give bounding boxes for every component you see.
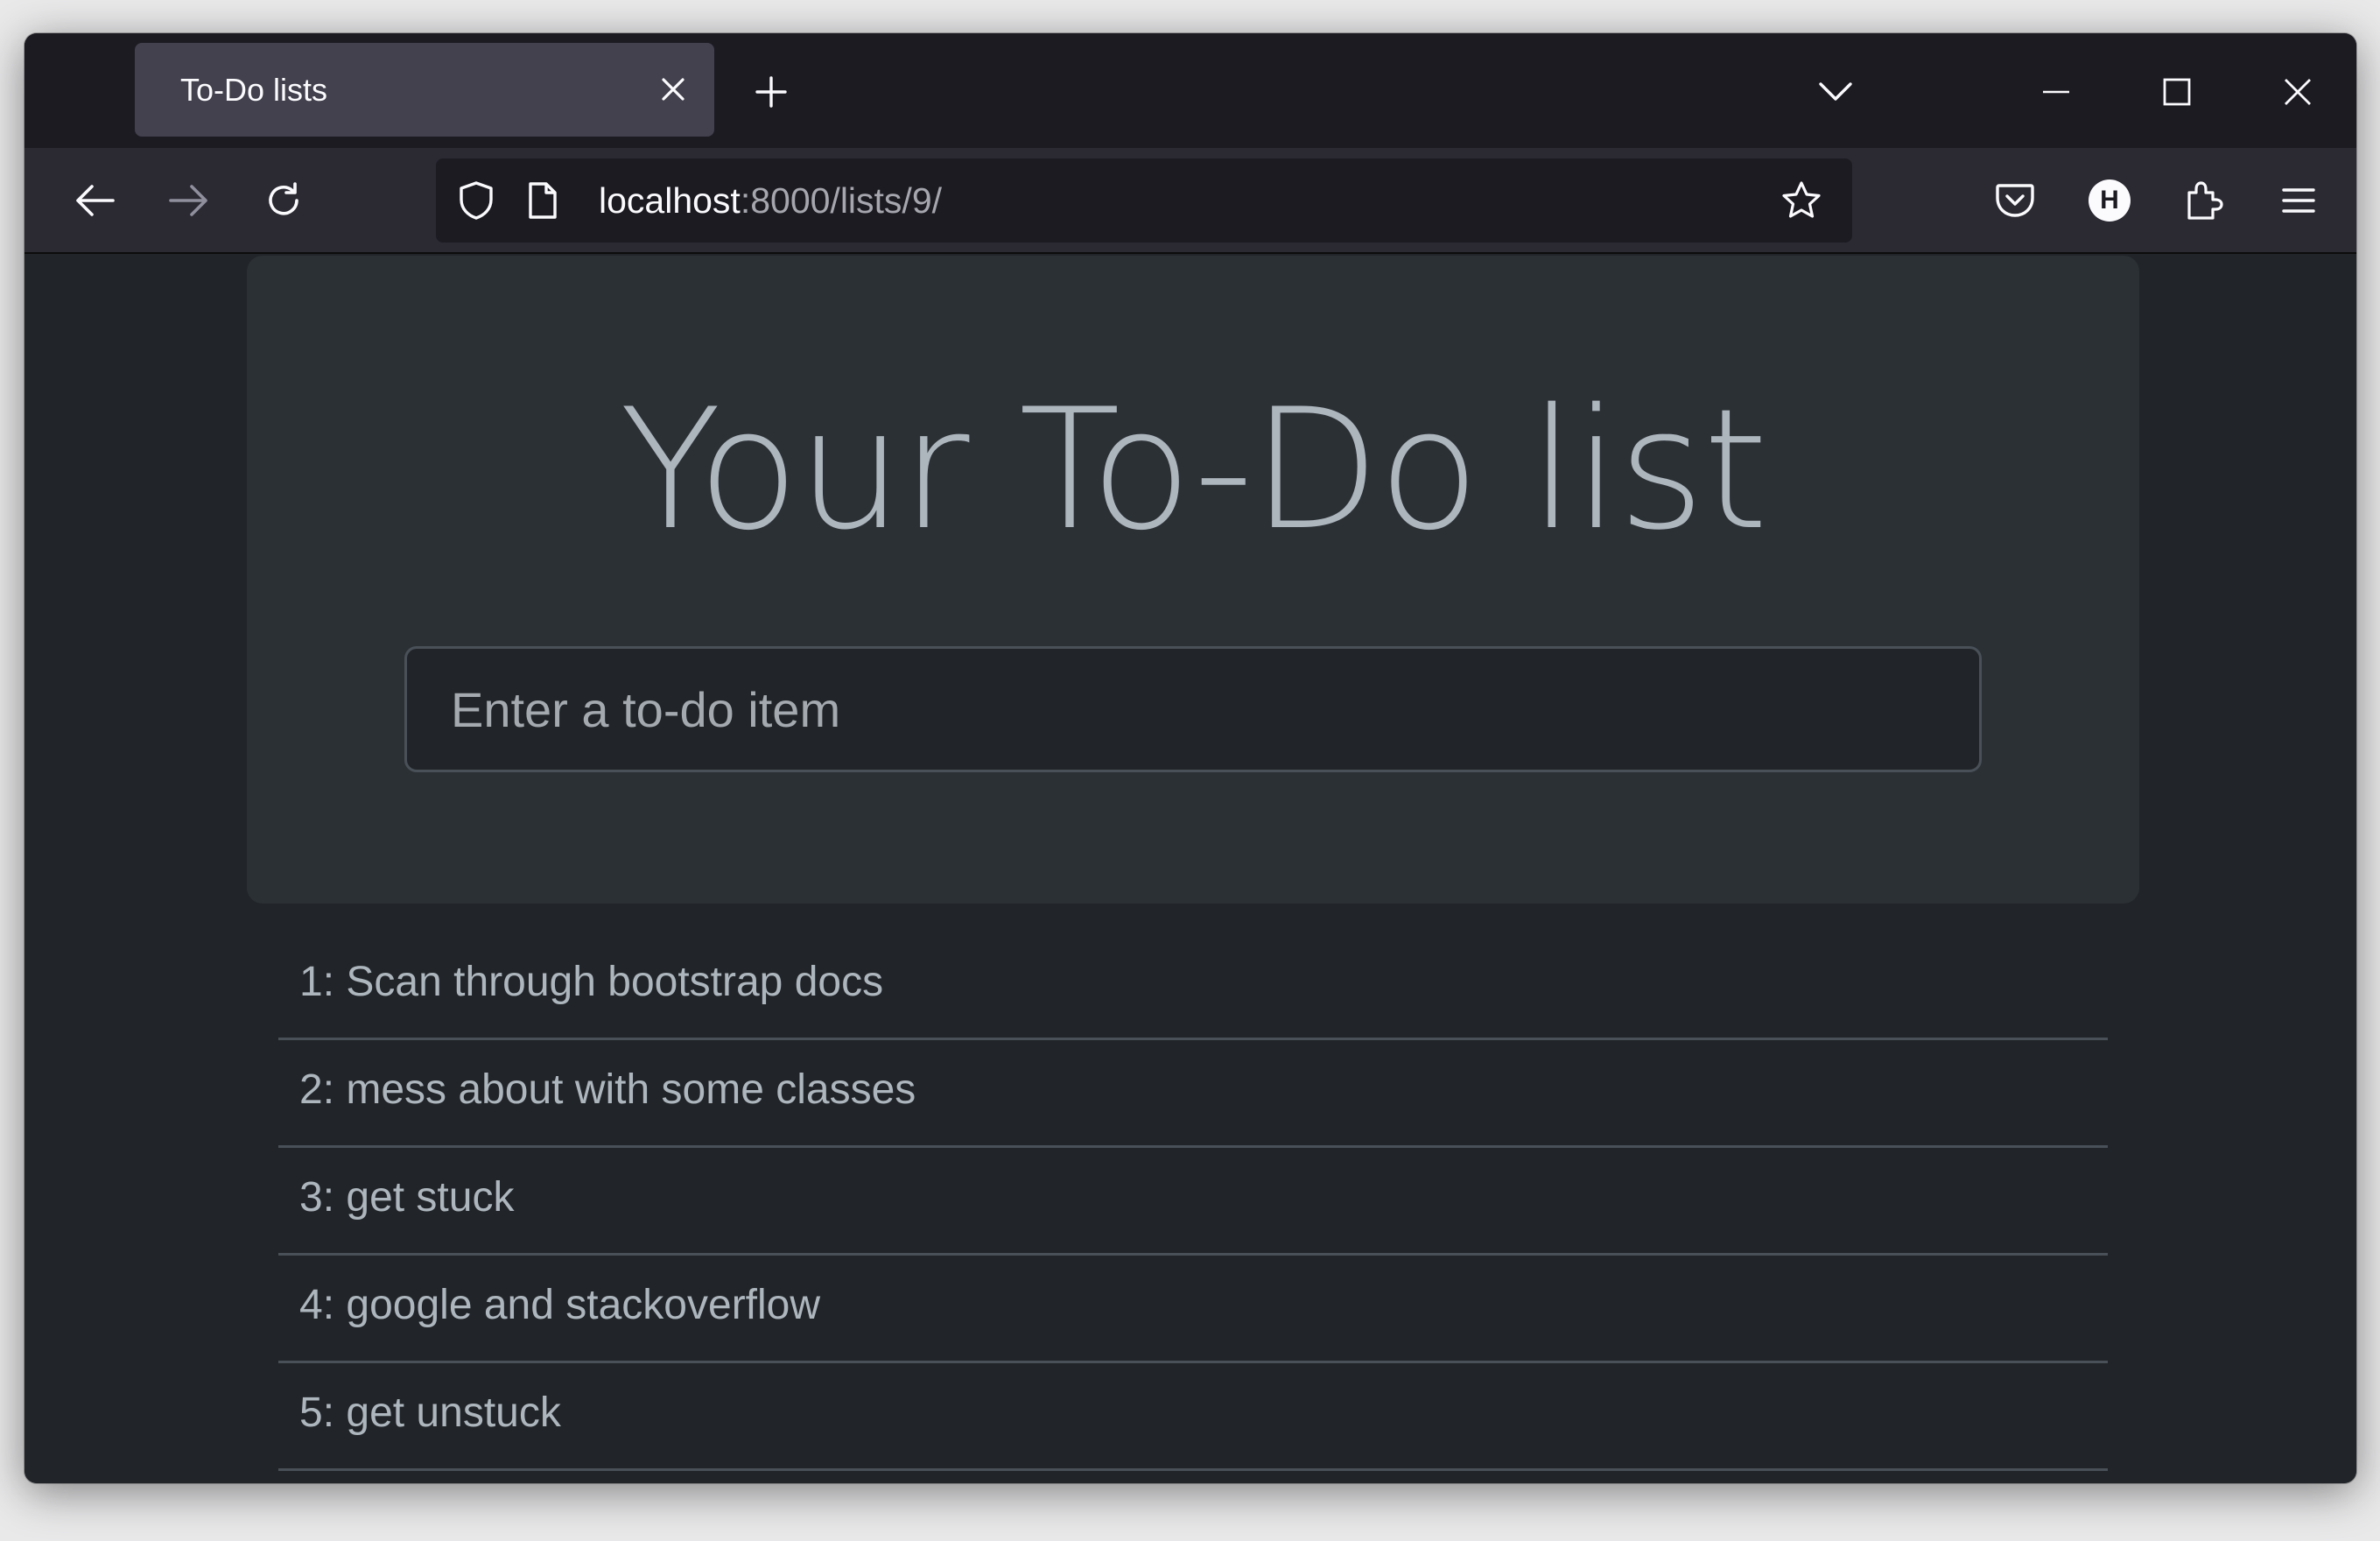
url-host: localhost	[599, 180, 741, 221]
arrow-left-icon	[76, 185, 115, 216]
close-icon	[2285, 79, 2311, 105]
star-icon	[1782, 181, 1821, 218]
list-item: 5: get unstuck	[278, 1366, 2108, 1471]
profile-button[interactable]: H	[2076, 167, 2143, 234]
reload-button[interactable]	[250, 167, 317, 234]
hamburger-menu-icon	[2282, 188, 2315, 213]
todo-list: 1: Scan through bootstrap docs 2: mess a…	[278, 935, 2108, 1474]
page-content: Your To-Do list 1: Scan through bootstra…	[25, 254, 2356, 1483]
url-bar[interactable]: localhost:8000/lists/9/	[436, 158, 1852, 243]
minimize-button[interactable]	[2018, 54, 2094, 130]
list-item-text: 3: get stuck	[299, 1174, 515, 1221]
page-title: Your To-Do list	[619, 373, 1768, 566]
list-item: 1: Scan through bootstrap docs	[278, 935, 2108, 1040]
list-item: 4: google and stackoverflow	[278, 1258, 2108, 1363]
url-text[interactable]: localhost:8000/lists/9/	[599, 158, 942, 243]
header-panel: Your To-Do list	[247, 256, 2139, 904]
new-tab-button[interactable]	[742, 63, 800, 121]
tracking-protection-button[interactable]	[446, 171, 506, 230]
list-item: 2: mess about with some classes	[278, 1043, 2108, 1148]
tab-close-button[interactable]	[646, 62, 700, 116]
tab-strip: To-Do lists	[25, 33, 2356, 148]
forward-button[interactable]	[156, 167, 222, 234]
new-item-input[interactable]	[404, 646, 1982, 772]
tab-active[interactable]: To-Do lists	[135, 43, 714, 137]
shield-icon	[460, 181, 493, 220]
chevron-down-icon	[1819, 82, 1852, 101]
reload-icon	[269, 182, 298, 215]
back-button[interactable]	[61, 167, 128, 234]
extensions-button[interactable]	[2171, 167, 2237, 234]
maximize-icon	[2163, 78, 2191, 106]
close-window-button[interactable]	[2260, 54, 2335, 130]
pocket-icon	[1996, 184, 2034, 217]
pocket-button[interactable]	[1982, 167, 2048, 234]
list-item-text: 1: Scan through bootstrap docs	[299, 959, 884, 1005]
bookmark-button[interactable]	[1772, 171, 1831, 230]
arrow-right-icon	[169, 185, 207, 216]
browser-window: To-Do lists localhost:8000/lists/9/ H Yo…	[25, 33, 2356, 1483]
url-path: :8000/lists/9/	[740, 180, 943, 221]
profile-avatar-icon: H	[2089, 179, 2131, 222]
list-item-text: 4: google and stackoverflow	[299, 1282, 821, 1328]
tab-title: To-Do lists	[180, 72, 328, 108]
close-icon	[662, 78, 685, 101]
plus-icon	[755, 76, 787, 108]
app-menu-button[interactable]	[2265, 167, 2332, 234]
list-all-tabs-button[interactable]	[1807, 63, 1864, 121]
list-item-text: 2: mess about with some classes	[299, 1066, 916, 1113]
puzzle-icon	[2187, 181, 2223, 220]
maximize-button[interactable]	[2139, 54, 2215, 130]
list-item-text: 5: get unstuck	[299, 1390, 561, 1436]
minimize-icon	[2043, 90, 2069, 94]
site-info-button[interactable]	[513, 171, 572, 230]
navigation-toolbar: localhost:8000/lists/9/ H	[25, 148, 2356, 254]
page-icon	[529, 182, 557, 219]
list-item: 3: get stuck	[278, 1150, 2108, 1256]
